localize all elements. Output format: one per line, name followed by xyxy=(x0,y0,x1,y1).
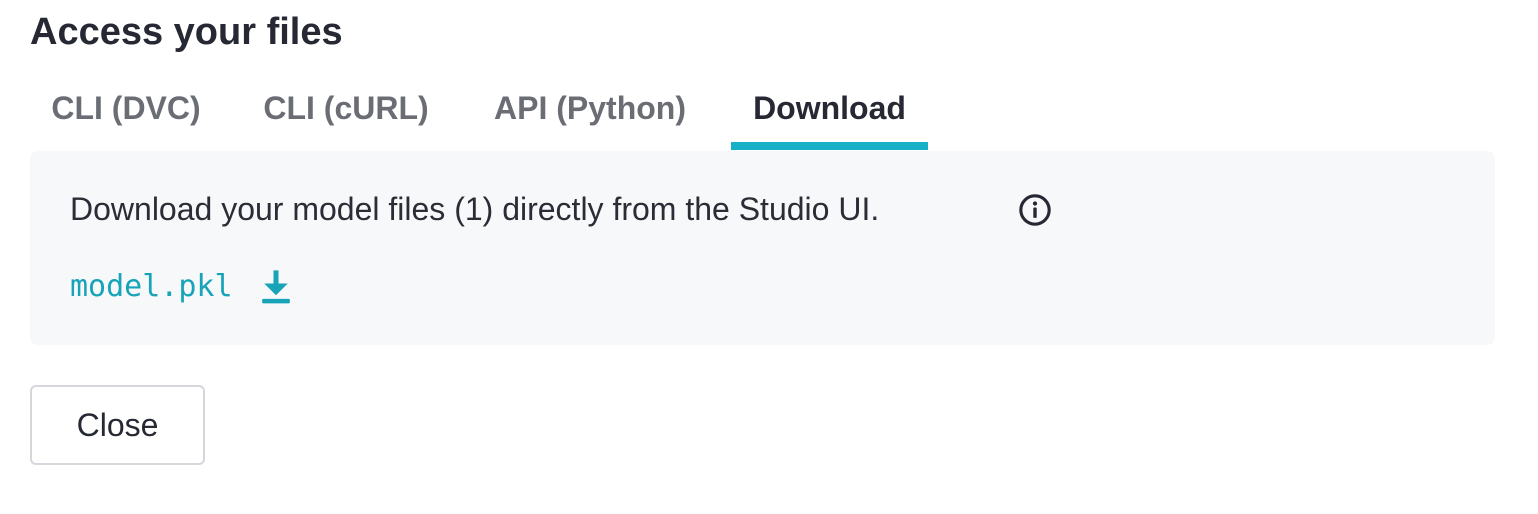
dialog-title: Access your files xyxy=(30,11,343,53)
tab-cli-curl[interactable]: CLI (cURL) xyxy=(258,84,434,150)
file-item: model.pkl xyxy=(70,265,293,309)
tab-cli-dvc[interactable]: CLI (DVC) xyxy=(45,84,207,150)
close-button[interactable]: Close xyxy=(30,385,205,465)
tab-api-python[interactable]: API (Python) xyxy=(485,84,695,150)
download-icon[interactable] xyxy=(259,269,293,305)
info-circle-icon[interactable] xyxy=(1018,193,1052,227)
access-files-dialog: Access your files CLI (DVC) CLI (cURL) A… xyxy=(30,0,1495,514)
tab-download[interactable]: Download xyxy=(731,84,928,150)
download-panel: Download your model files (1) directly f… xyxy=(30,151,1495,345)
tab-bar: CLI (DVC) CLI (cURL) API (Python) Downlo… xyxy=(30,84,1495,152)
download-description: Download your model files (1) directly f… xyxy=(70,191,880,227)
file-link-model-pkl[interactable]: model.pkl xyxy=(70,265,233,309)
